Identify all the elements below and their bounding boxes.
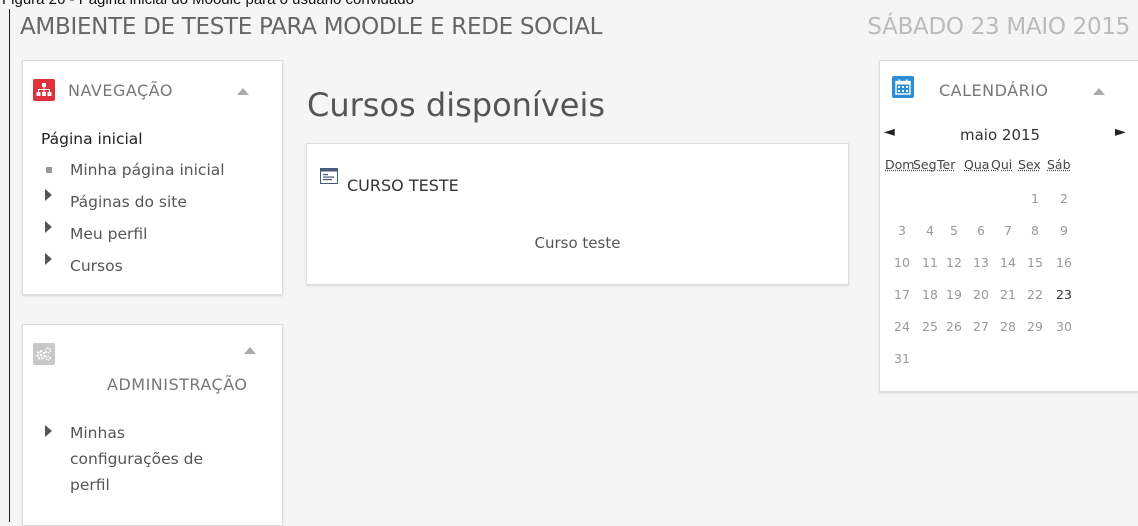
expand-my-profile-icon[interactable] [45, 221, 52, 233]
weekday-header: Qua [964, 157, 990, 172]
page-title: Cursos disponíveis [307, 86, 605, 124]
weekday-header: Ter [937, 157, 956, 172]
calendar-day[interactable]: 24 [890, 319, 914, 334]
course-summary: Curso teste [534, 234, 621, 252]
gears-icon [33, 343, 55, 365]
calendar-day[interactable]: 26 [942, 319, 966, 334]
calendar-day[interactable]: 29 [1023, 319, 1047, 334]
weekday-header: Qui [991, 157, 1013, 172]
calendar-day[interactable]: 10 [890, 255, 914, 270]
calendar-day[interactable]: 18 [918, 287, 942, 302]
calendar-day[interactable]: 3 [890, 223, 914, 238]
calendar-day[interactable]: 13 [969, 255, 993, 270]
weekday-header: Seg [913, 157, 937, 172]
sitemap-icon [33, 79, 55, 101]
calendar-day[interactable]: 5 [942, 223, 966, 238]
calendar-day[interactable]: 4 [918, 223, 942, 238]
nav-item-my-profile[interactable]: Meu perfil [70, 225, 147, 243]
next-month-button[interactable]: ► [1115, 124, 1126, 140]
prev-month-button[interactable]: ◄ [884, 124, 895, 140]
calendar-day[interactable]: 16 [1052, 255, 1076, 270]
navigation-block: NAVEGAÇÃO Página inicial Minha página in… [22, 60, 283, 295]
calendar-day[interactable]: 25 [918, 319, 942, 334]
collapse-administration-icon[interactable] [244, 347, 256, 354]
nav-item-profile-settings-line3[interactable]: perfil [70, 476, 110, 494]
expand-courses-icon[interactable] [45, 253, 52, 265]
administration-block: ADMINISTRAÇÃO Minhas configurações de pe… [22, 324, 283, 526]
calendar-day[interactable]: 12 [942, 255, 966, 270]
calendar-day[interactable]: 7 [996, 223, 1020, 238]
site-date: SÁBADO 23 MAIO 2015 [867, 14, 1130, 40]
nav-item-site-pages[interactable]: Páginas do site [70, 193, 187, 211]
collapse-navigation-icon[interactable] [237, 88, 249, 95]
calendar-day[interactable]: 1 [1023, 191, 1047, 206]
square-bullet-icon [46, 167, 52, 173]
calendar-title: CALENDÁRIO [939, 81, 1049, 100]
calendar-day[interactable]: 8 [1023, 223, 1047, 238]
calendar-day[interactable]: 30 [1052, 319, 1076, 334]
calendar-day[interactable]: 23 [1052, 287, 1076, 302]
calendar-day[interactable]: 17 [890, 287, 914, 302]
calendar-day[interactable]: 21 [996, 287, 1020, 302]
weekday-header: Sáb [1047, 157, 1071, 172]
administration-title: ADMINISTRAÇÃO [107, 375, 248, 394]
frame-border [9, 9, 10, 522]
calendar-day[interactable]: 6 [969, 223, 993, 238]
calendar-day[interactable]: 28 [996, 319, 1020, 334]
calendar-day[interactable]: 22 [1023, 287, 1047, 302]
collapse-calendar-icon[interactable] [1093, 88, 1105, 95]
nav-item-my-home[interactable]: Minha página inicial [70, 161, 225, 179]
course-link[interactable]: CURSO TESTE [347, 176, 459, 195]
nav-item-profile-settings-line1[interactable]: Minhas [70, 424, 125, 442]
course-box [306, 143, 849, 285]
calendar-month: maio 2015 [960, 126, 1041, 144]
nav-home-link[interactable]: Página inicial [41, 130, 143, 148]
expand-site-pages-icon[interactable] [45, 189, 52, 201]
calendar-day[interactable]: 9 [1052, 223, 1076, 238]
site-title[interactable]: AMBIENTE DE TESTE PARA MOODLE E REDE SOC… [20, 14, 602, 40]
calendar-day[interactable]: 2 [1052, 191, 1076, 206]
calendar-day[interactable]: 31 [890, 351, 914, 366]
calendar-day[interactable]: 11 [918, 255, 942, 270]
weekday-header: Sex [1018, 157, 1041, 172]
calendar-day[interactable]: 15 [1023, 255, 1047, 270]
nav-item-profile-settings-line2[interactable]: configurações de [70, 450, 203, 468]
calendar-day[interactable]: 27 [969, 319, 993, 334]
calendar-day[interactable]: 14 [996, 255, 1020, 270]
expand-profile-settings-icon[interactable] [45, 425, 52, 437]
calendar-day[interactable]: 20 [969, 287, 993, 302]
weekday-header: Dom [885, 157, 915, 172]
calendar-day[interactable]: 19 [942, 287, 966, 302]
figure-caption: Figura 26 - Página inicial do Moodle par… [2, 0, 414, 9]
course-icon [320, 168, 338, 188]
calendar-icon [892, 76, 914, 98]
navigation-title: NAVEGAÇÃO [68, 81, 173, 100]
nav-item-courses[interactable]: Cursos [70, 257, 123, 275]
